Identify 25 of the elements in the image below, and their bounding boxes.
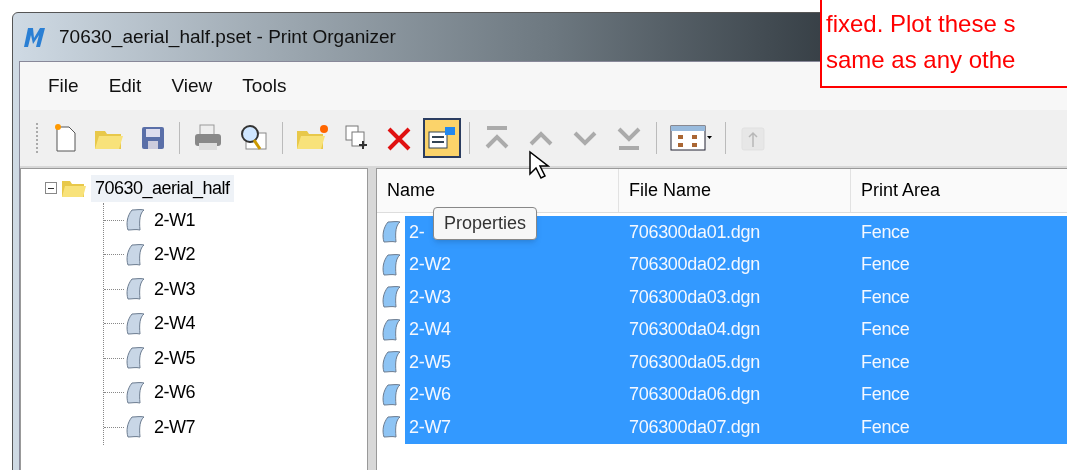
table-cell: Fence — [861, 221, 910, 242]
table-cell: 2-W3 — [409, 286, 451, 307]
table-cell: Fence — [861, 384, 910, 405]
table-cell: 706300da03.dgn — [629, 286, 760, 307]
table-cell: Fence — [861, 351, 910, 372]
table-cell: 2-W5 — [409, 351, 451, 372]
table-cell: Fence — [861, 286, 910, 307]
table-cell: 706300da02.dgn — [629, 254, 760, 275]
table-cell: Fence — [861, 254, 910, 275]
table-cell: 706300da04.dgn — [629, 319, 760, 340]
table-cell: Fence — [861, 319, 910, 340]
table-cell: 2-W7 — [409, 416, 451, 437]
tooltip: Properties — [433, 207, 538, 240]
table-cell: Fence — [861, 416, 910, 437]
table-cell: 2-W4 — [409, 319, 451, 340]
table-cell: 706300da07.dgn — [629, 416, 760, 437]
annotation-text: same as any othe — [826, 45, 1017, 75]
window-title: 70630_aerial_half.pset - Print Organizer — [59, 24, 396, 50]
table-cell: 2-W2 — [409, 254, 451, 275]
table-cell: 706300da06.dgn — [629, 384, 760, 405]
table-cell: 706300da01.dgn — [629, 221, 760, 242]
annotation-text: fixed. Plot these s — [826, 9, 1017, 39]
table-cell: 2-W6 — [409, 384, 451, 405]
table-cell: 706300da05.dgn — [629, 351, 760, 372]
table-cell: 2- — [409, 221, 425, 242]
